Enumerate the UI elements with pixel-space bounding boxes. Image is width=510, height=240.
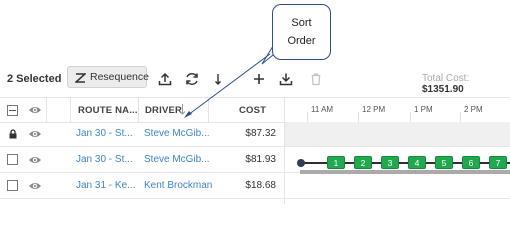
callout-arrow (184, 37, 285, 118)
callout-line-1: Sort (291, 17, 312, 29)
sort-order-callout: Sort Order (272, 4, 331, 60)
callout-line-2: Order (287, 35, 316, 47)
